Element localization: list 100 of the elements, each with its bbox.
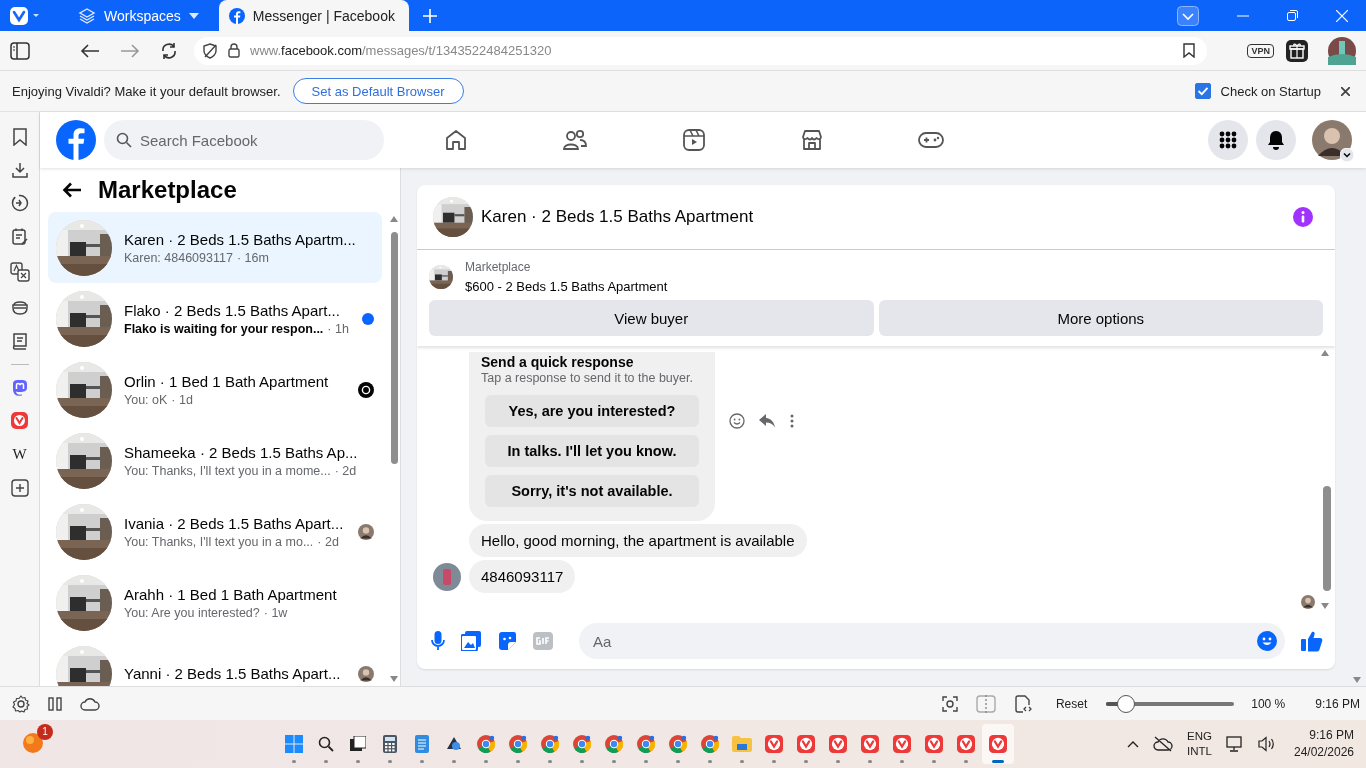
volume-icon[interactable] (1257, 736, 1276, 752)
reading-list-icon[interactable] (10, 298, 29, 316)
conversation-title: Shameeka · 2 Beds 1.5 Baths Ap... (124, 443, 359, 461)
cloud-icon[interactable] (80, 696, 100, 711)
reply-icon[interactable] (759, 413, 776, 428)
facebook-logo[interactable] (56, 120, 96, 160)
slider-thumb[interactable] (1117, 694, 1136, 713)
checkbox[interactable] (1194, 83, 1211, 99)
download-icon[interactable] (11, 162, 28, 178)
capture-icon[interactable] (941, 695, 958, 712)
friends-icon[interactable] (562, 128, 588, 152)
profile-avatar[interactable] (1328, 36, 1356, 65)
tiling-icon[interactable] (48, 696, 62, 711)
close-icon[interactable] (1341, 86, 1350, 96)
set-default-button[interactable]: Set as Default Browser (292, 78, 464, 104)
thumbs-up-icon[interactable] (1301, 630, 1323, 652)
page-actions-icon[interactable] (1013, 694, 1032, 713)
quick-reply-button[interactable]: Sorry, it's not available. (485, 475, 699, 507)
conversation-item[interactable]: Orlin · 1 Bed 1 Bath Apartment You: oK · 1d (48, 354, 382, 425)
settings-icon[interactable] (12, 694, 30, 713)
message-preview: You: oK (124, 392, 168, 407)
conversation-title: Karen · 2 Beds 1.5 Baths Apartm... (124, 230, 357, 248)
language-indicator[interactable]: ENG (1187, 729, 1212, 744)
emoji-icon[interactable] (729, 412, 745, 429)
chevron-up-icon[interactable] (1127, 740, 1140, 748)
bookmark-icon[interactable] (12, 128, 27, 146)
reset-zoom-button[interactable]: Reset (1055, 696, 1088, 711)
info-icon[interactable] (1293, 207, 1313, 227)
cloud-offline-icon[interactable] (1153, 736, 1174, 752)
book-icon[interactable] (11, 332, 28, 350)
app-icon[interactable] (22, 731, 44, 754)
language-indicator[interactable]: INTL (1187, 744, 1212, 759)
inbox-title: Marketplace (98, 176, 237, 204)
more-icon[interactable] (790, 413, 794, 428)
vivaldi-icon (764, 735, 783, 753)
search-field[interactable]: Search Facebook (104, 120, 384, 160)
view-buyer-button[interactable]: View buyer (429, 300, 874, 336)
conversation-title: Flako · 2 Beds 1.5 Baths Apart... (124, 301, 341, 319)
gaming-icon[interactable] (918, 130, 944, 150)
forward-icon[interactable] (120, 43, 140, 58)
vivaldi-icon (956, 735, 975, 753)
mastodon-icon[interactable] (11, 379, 28, 396)
conversation-item[interactable]: Flako · 2 Beds 1.5 Baths Apart... Flako is waiting for your respon... · 1h (48, 283, 382, 354)
checkbox-label: Check on Startup (1220, 83, 1321, 99)
history-icon[interactable] (10, 194, 29, 212)
menu-button[interactable] (1208, 120, 1248, 160)
listing-label: Marketplace (465, 260, 532, 274)
conversation-item[interactable]: Karen · 2 Beds 1.5 Baths Apartm... Karen: 4846093117 · 16m (48, 212, 382, 283)
back-icon[interactable] (80, 43, 100, 58)
browser-tab[interactable]: Messenger | Facebook (218, 0, 409, 31)
message-field[interactable]: Aa (579, 623, 1285, 659)
emoji-icon[interactable] (1257, 631, 1277, 651)
video-icon[interactable] (682, 128, 706, 152)
timestamp: · 1h (327, 321, 349, 336)
home-icon[interactable] (444, 128, 468, 152)
search-icon (317, 736, 334, 752)
vpn-button[interactable]: VPN (1247, 43, 1274, 58)
sticker-icon[interactable] (497, 631, 517, 651)
quick-reply-button[interactable]: In talks. I'll let you know. (485, 435, 699, 467)
new-tab-icon[interactable] (422, 8, 437, 23)
vivaldi-icon (828, 735, 847, 753)
listing-title: $600 - 2 Beds 1.5 Baths Apartment (465, 279, 668, 294)
notifications-button[interactable] (1256, 120, 1296, 160)
caret-icon[interactable] (1340, 148, 1354, 162)
vivaldi-menu-icon[interactable] (10, 6, 42, 25)
marketplace-icon[interactable] (800, 128, 824, 152)
seen-icon (358, 381, 374, 398)
restore-icon[interactable] (1287, 10, 1298, 21)
more-options-button[interactable]: More options (878, 300, 1323, 336)
conversation-item[interactable]: Shameeka · 2 Beds 1.5 Baths Ap... You: Thanks, I'll text you in a mome... · 2d (48, 425, 382, 496)
image-icon[interactable] (461, 631, 481, 651)
tab-list-icon[interactable] (1177, 5, 1199, 26)
network-icon[interactable] (1225, 736, 1244, 752)
address-field[interactable]: www.facebook.com/messages/t/1343522484251320 (194, 36, 1208, 65)
reload-icon[interactable] (160, 41, 178, 60)
panel-toggle-icon[interactable] (10, 41, 30, 60)
facebook-icon (228, 7, 245, 24)
conversation-item[interactable]: Arahh · 1 Bed 1 Bath Apartment You: Are you interested? · 1w (48, 567, 382, 638)
timestamp: · 2d (317, 534, 339, 549)
vivaldi-icon[interactable] (11, 412, 28, 429)
clock: 9:16 PM (1315, 696, 1360, 711)
timestamp: · 1d (171, 392, 193, 407)
date[interactable]: 24/02/2026 (1293, 744, 1354, 761)
chrome-icon (508, 735, 527, 753)
translate-icon[interactable] (9, 262, 30, 282)
grid-menu-icon (1219, 131, 1237, 149)
back-icon[interactable] (62, 182, 82, 198)
conversation-title: Yanni · 2 Beds 1.5 Baths Apart... (124, 665, 342, 682)
workspaces-tab[interactable]: Workspaces (68, 0, 209, 31)
quick-reply-button[interactable]: Yes, are you interested? (485, 395, 699, 427)
microphone-icon[interactable] (431, 631, 445, 651)
gift-icon[interactable] (1286, 39, 1308, 62)
conversation-item[interactable]: Ivania · 2 Beds 1.5 Baths Apart... You: Thanks, I'll text you in a mo... · 2d (48, 496, 382, 567)
bookmark-icon[interactable] (1183, 43, 1196, 58)
chrome-icon (700, 735, 719, 753)
add-panel-icon[interactable] (10, 479, 29, 497)
notes-icon[interactable] (10, 228, 29, 246)
message-preview: Flako is waiting for your respon... (124, 321, 324, 336)
wikipedia-icon[interactable]: W (12, 445, 27, 463)
clock[interactable]: 9:16 PM (1309, 727, 1354, 744)
